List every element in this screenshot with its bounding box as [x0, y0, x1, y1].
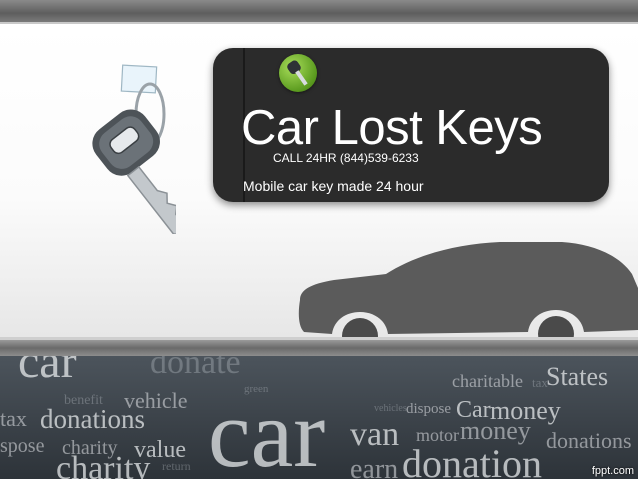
word-cloud-word: charitable [452, 371, 523, 391]
word-cloud-word: donations [546, 428, 632, 453]
title-card: Car Lost Keys CALL 24HR (844)539-6233 Mo… [213, 48, 609, 202]
word-cloud-word: charity [56, 450, 151, 479]
section-divider [0, 337, 638, 356]
word-cloud-word: donate [150, 356, 241, 381]
word-cloud-word: donations [40, 404, 145, 434]
word-cloud-word: car [208, 380, 326, 479]
word-cloud-word: car [18, 356, 77, 388]
word-cloud-word: green [244, 383, 269, 395]
word-cloud-banner: car donate charitable tax States vehicle… [0, 356, 638, 479]
word-cloud-word: States [546, 362, 609, 391]
watermark: fppt.com [591, 465, 634, 477]
word-cloud-word: donation [402, 441, 542, 479]
word-cloud-word: van [350, 416, 400, 453]
word-cloud-word: tax [0, 406, 27, 431]
subtitle: Mobile car key made 24 hour [243, 178, 424, 194]
phone-number: CALL 24HR (844)539-6233 [273, 151, 419, 165]
car-key-icon [92, 64, 176, 234]
top-header-bar [0, 0, 638, 24]
page-title: Car Lost Keys [241, 101, 543, 155]
word-cloud-word: vehicles [374, 403, 407, 414]
word-cloud-word: earn [350, 454, 399, 479]
word-cloud-word: spose [0, 435, 45, 457]
car-key-badge-icon [279, 54, 317, 92]
word-cloud-word: return [162, 459, 191, 473]
word-cloud-word: dispose [406, 401, 451, 417]
